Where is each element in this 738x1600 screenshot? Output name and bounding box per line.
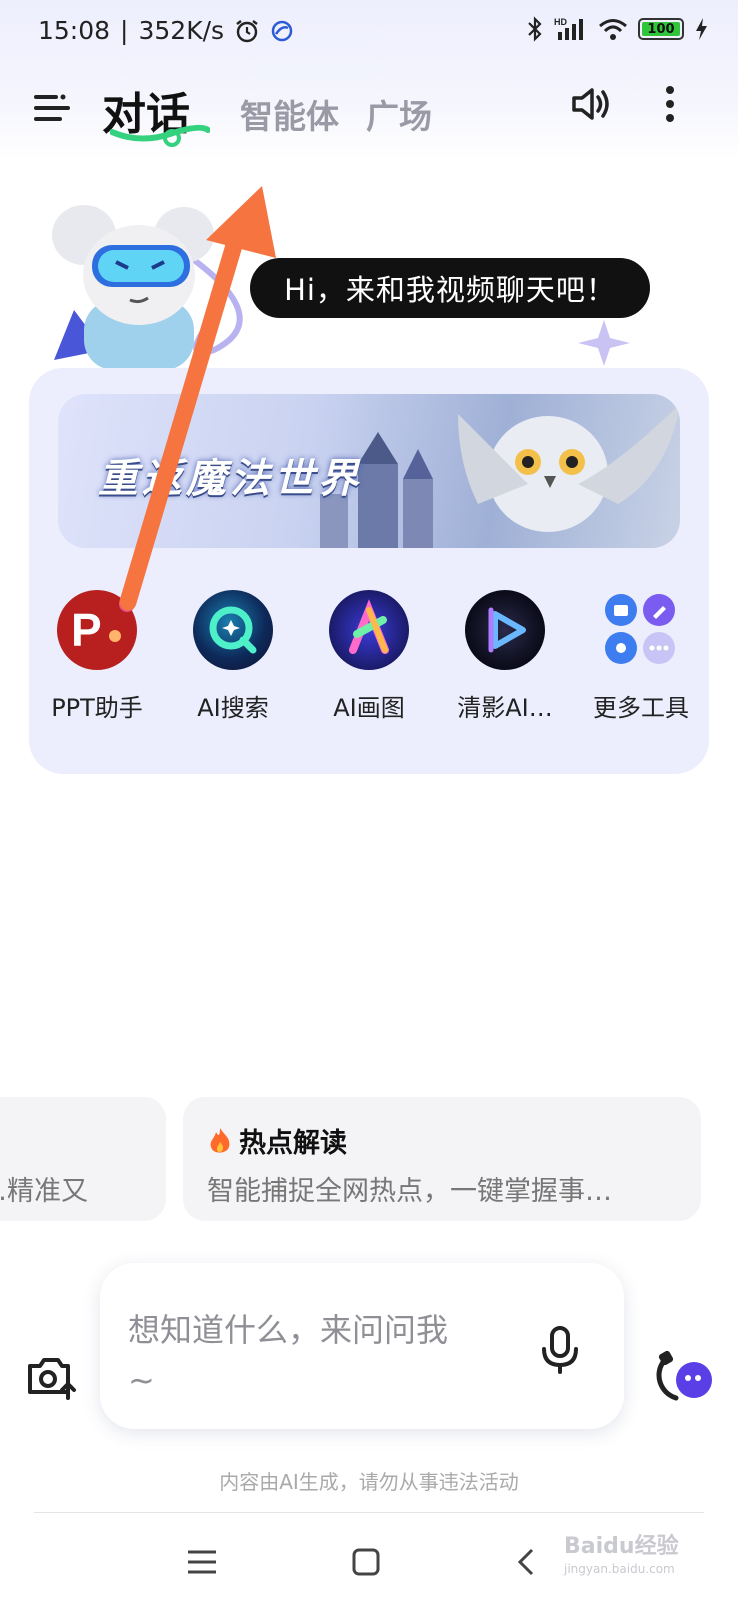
ai-disclaimer: 内容由AI生成，请勿从事违法活动	[219, 1470, 519, 1494]
tab-agents[interactable]: 智能体	[240, 90, 339, 138]
tool-label: PPT助手	[51, 694, 143, 722]
input-placeholder-line1: 想知道什么，来问问我	[128, 1311, 449, 1349]
input-placeholder-line2: ~	[128, 1361, 155, 1399]
status-bar: 15:08 | 352K/s HD 100	[0, 0, 738, 64]
voice-call-icon[interactable]	[654, 1348, 716, 1404]
camera-upload-icon[interactable]	[26, 1352, 78, 1400]
charging-icon	[696, 18, 707, 40]
suggestion-desc: 智能捕捉全网热点，一键掌握事…	[207, 1176, 612, 1207]
header: 对话 智能体 广场	[0, 70, 738, 150]
svg-text:HD: HD	[554, 17, 567, 27]
tool-ai-draw[interactable]: AI画图	[301, 590, 437, 723]
tool-label: 清影AI…	[457, 694, 553, 722]
sparkle-icon	[578, 320, 630, 366]
bluetooth-icon	[528, 16, 542, 42]
home-nav-icon[interactable]	[346, 1542, 386, 1582]
battery-icon: 100	[638, 18, 684, 40]
fire-icon	[210, 1127, 230, 1153]
microphone-icon[interactable]	[540, 1325, 580, 1375]
speaker-icon[interactable]	[568, 82, 612, 126]
suggestion-card[interactable]: 精准又…	[0, 1097, 166, 1221]
menu-nav-icon[interactable]	[182, 1542, 222, 1582]
more-tools-icon	[601, 590, 681, 670]
ai-draw-icon	[329, 590, 409, 670]
network-speed: 352K/s	[138, 16, 225, 45]
status-time: 15:08	[38, 16, 111, 45]
ppt-icon: P	[57, 590, 137, 670]
status-left: 15:08 | 352K/s	[38, 16, 294, 45]
tools-row: P PPT助手 AI搜索 AI画图 清影AI… 更多工具	[29, 590, 709, 723]
watermark-brand: Baidu经验	[564, 1534, 679, 1559]
status-separator: |	[120, 16, 129, 45]
nav-divider	[34, 1512, 704, 1513]
tool-qingying[interactable]: 清影AI…	[437, 590, 573, 723]
alarm-icon	[236, 19, 258, 42]
greeting-bubble[interactable]: Hi，来和我视频聊天吧！	[250, 258, 650, 318]
status-right: HD 100	[526, 16, 708, 42]
banner-title: 重返魔法世界	[98, 456, 362, 502]
signal-icon: HD	[554, 17, 583, 40]
tool-label: AI画图	[333, 694, 405, 722]
input-placeholder: 想知道什么，来问问我 ~	[128, 1305, 528, 1405]
watermark-url: jingyan.baidu.com	[564, 1562, 675, 1576]
svg-text:P: P	[71, 604, 102, 656]
mascot-illustration[interactable]	[44, 200, 254, 370]
wifi-icon	[599, 19, 627, 40]
chat-input[interactable]: 想知道什么，来问问我 ~	[100, 1263, 624, 1429]
menu-icon[interactable]	[32, 88, 72, 128]
promo-banner[interactable]: 重返魔法世界	[58, 394, 680, 548]
battery-level: 100	[647, 21, 675, 37]
tools-card: 重返魔法世界 P PPT助手 AI搜索 AI画图 清影AI… 更多工具	[29, 368, 709, 774]
tool-label: AI搜索	[197, 694, 269, 722]
suggestion-desc: 精准又…	[0, 1176, 88, 1207]
tool-ppt[interactable]: P PPT助手	[29, 590, 165, 723]
back-nav-icon[interactable]	[508, 1542, 548, 1582]
tab-plaza[interactable]: 广场	[366, 90, 432, 138]
tool-ai-search[interactable]: AI搜索	[165, 590, 301, 723]
app-status-icon	[271, 20, 293, 41]
active-tab-underline	[110, 124, 210, 147]
suggestion-title: 热点解读	[207, 1121, 347, 1160]
more-vertical-icon[interactable]	[660, 82, 680, 126]
tool-more[interactable]: 更多工具	[573, 590, 709, 723]
tool-label: 更多工具	[593, 694, 689, 722]
video-play-icon	[465, 590, 545, 670]
watermark: Baidu经验 jingyan.baidu.com	[564, 1528, 679, 1576]
suggestion-title-text: 热点解读	[239, 1128, 347, 1159]
suggestion-card-hot-topics[interactable]: 热点解读 智能捕捉全网热点，一键掌握事…	[183, 1097, 701, 1221]
ai-search-icon	[193, 590, 273, 670]
